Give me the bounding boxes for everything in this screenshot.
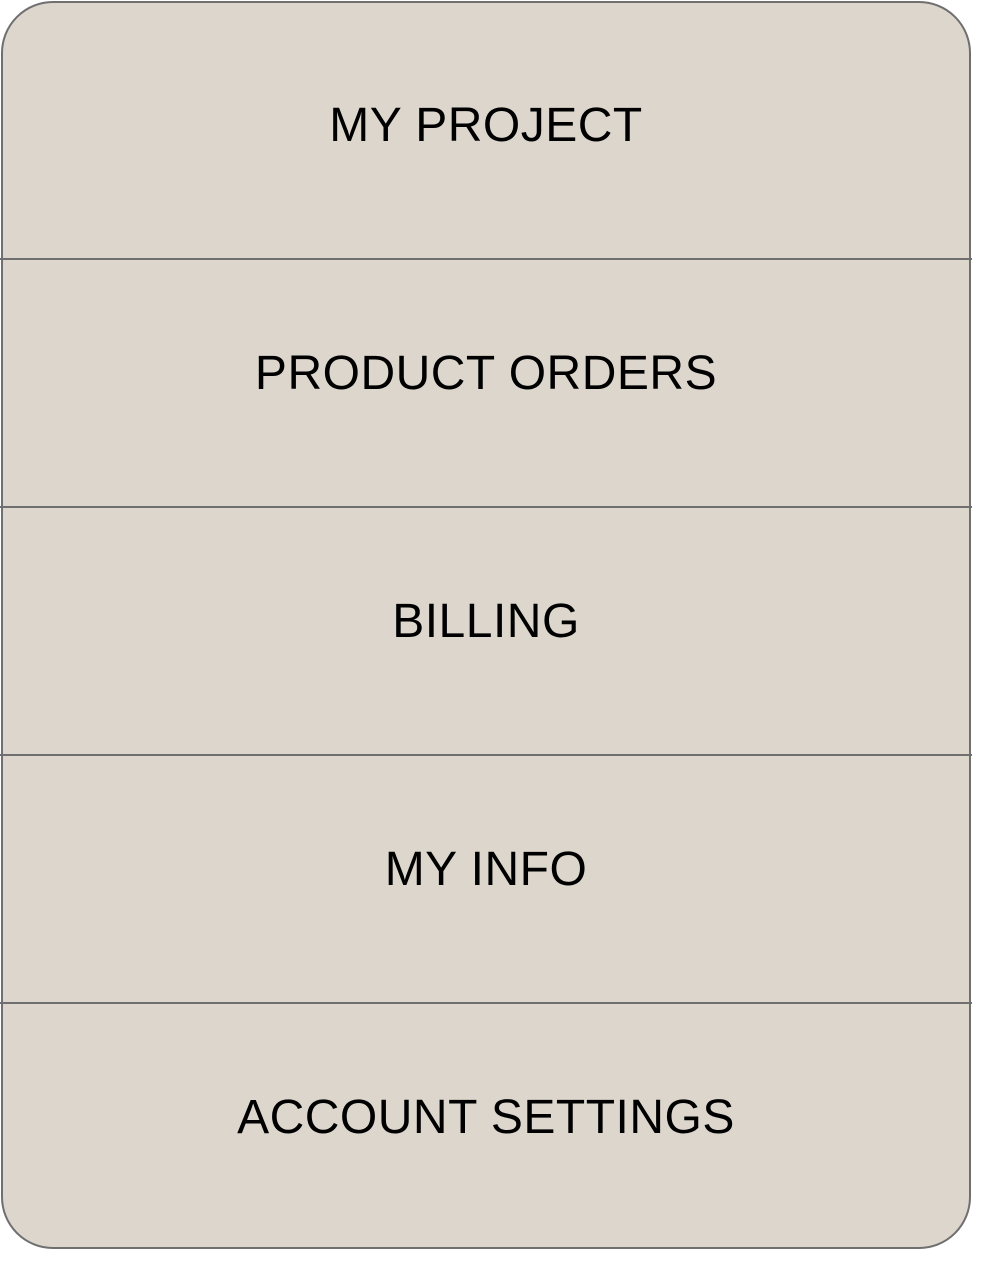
menu-divider bbox=[0, 1002, 972, 1004]
menu-item-label: MY INFO bbox=[384, 842, 588, 896]
menu-item-billing[interactable]: BILLING bbox=[3, 499, 969, 747]
menu-item-label: ACCOUNT SETTINGS bbox=[237, 1090, 735, 1144]
menu-item-label: BILLING bbox=[392, 594, 580, 648]
menu-item-product-orders[interactable]: PRODUCT ORDERS bbox=[3, 251, 969, 499]
menu-item-my-project[interactable]: MY PROJECT bbox=[3, 3, 969, 251]
menu-item-label: MY PROJECT bbox=[329, 98, 643, 152]
menu-divider bbox=[0, 754, 972, 756]
menu-divider bbox=[0, 258, 972, 260]
menu-divider bbox=[0, 506, 972, 508]
menu-panel: MY PROJECT PRODUCT ORDERS BILLING MY INF… bbox=[1, 1, 971, 1249]
menu-item-my-info[interactable]: MY INFO bbox=[3, 747, 969, 995]
menu-item-label: PRODUCT ORDERS bbox=[254, 346, 718, 400]
menu-item-account-settings[interactable]: ACCOUNT SETTINGS bbox=[3, 995, 969, 1243]
